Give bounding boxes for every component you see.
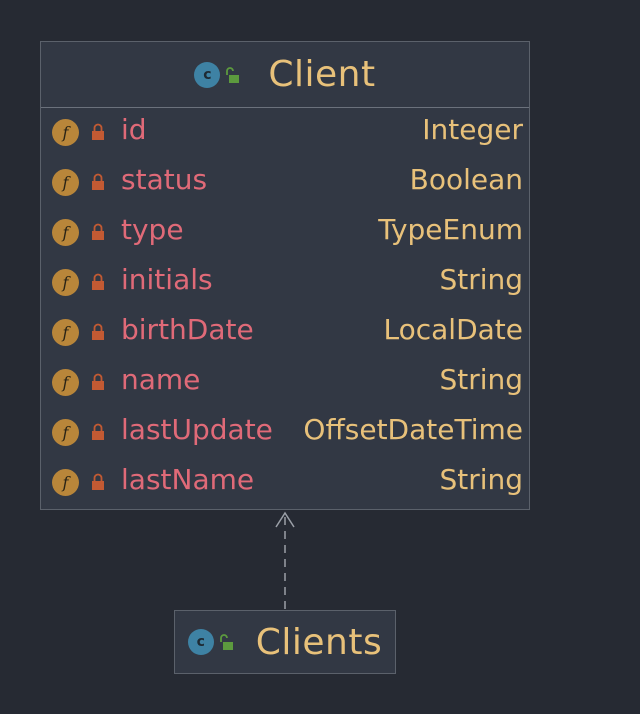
field-name: name xyxy=(121,363,201,396)
field-name: status xyxy=(121,163,208,196)
class-header-client: c Client xyxy=(41,42,529,108)
field-icon: f xyxy=(52,219,79,246)
field-name: type xyxy=(121,213,184,246)
class-name: Clients xyxy=(255,621,383,663)
diagram-canvas: c Client f id Integer f status Boolean f type Ty… xyxy=(0,0,640,714)
field-icon: f xyxy=(52,319,79,346)
field-icon: f xyxy=(52,119,79,146)
field-row[interactable]: f lastUpdate OffsetDateTime xyxy=(41,408,529,458)
field-row[interactable]: f birthDate LocalDate xyxy=(41,308,529,358)
field-row[interactable]: f status Boolean xyxy=(41,158,529,208)
private-lock-icon xyxy=(92,473,104,490)
field-row[interactable]: f id Integer xyxy=(41,108,529,158)
class-box-client[interactable]: c Client f id Integer f status Boolean f type Ty… xyxy=(40,41,530,510)
field-icon: f xyxy=(52,419,79,446)
field-type: TypeEnum xyxy=(378,213,523,246)
field-type: Boolean xyxy=(409,163,523,196)
field-name: id xyxy=(121,113,147,146)
private-lock-icon xyxy=(92,373,104,390)
field-name: initials xyxy=(121,263,213,296)
private-lock-icon xyxy=(92,273,104,290)
field-icon: f xyxy=(52,469,79,496)
private-lock-icon xyxy=(92,123,104,140)
field-icon: f xyxy=(52,169,79,196)
public-unlock-icon xyxy=(226,66,240,83)
field-row[interactable]: f lastName String xyxy=(41,458,529,508)
class-icon: c xyxy=(194,61,221,88)
field-name: lastUpdate xyxy=(121,413,273,446)
field-type: String xyxy=(439,363,523,396)
field-type: LocalDate xyxy=(383,313,524,346)
field-name: birthDate xyxy=(121,313,254,346)
private-lock-icon xyxy=(92,323,104,340)
field-icon: f xyxy=(52,369,79,396)
field-type: Integer xyxy=(422,113,523,146)
private-lock-icon xyxy=(92,223,104,240)
field-list: f id Integer f status Boolean f type TypeEnum f in… xyxy=(41,108,529,508)
field-row[interactable]: f type TypeEnum xyxy=(41,208,529,258)
class-icon: c xyxy=(187,629,214,655)
field-row[interactable]: f initials String xyxy=(41,258,529,308)
class-name: Client xyxy=(268,54,376,95)
class-box-clients[interactable]: c Clients xyxy=(174,610,396,674)
field-name: lastName xyxy=(121,463,255,496)
public-unlock-icon xyxy=(219,634,233,650)
field-type: OffsetDateTime xyxy=(303,413,523,446)
class-header-clients: c Clients xyxy=(175,611,395,673)
field-type: String xyxy=(439,463,523,496)
private-lock-icon xyxy=(92,423,104,440)
private-lock-icon xyxy=(92,173,104,190)
field-icon: f xyxy=(52,269,79,296)
field-type: String xyxy=(439,263,523,296)
field-row[interactable]: f name String xyxy=(41,358,529,408)
